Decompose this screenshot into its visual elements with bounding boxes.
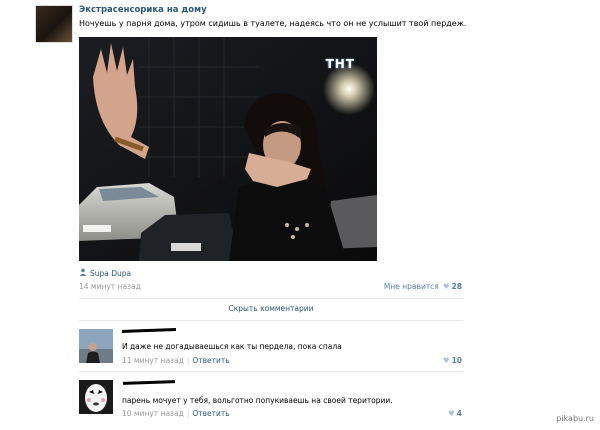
like-label: Мне нравится (383, 282, 439, 291)
divider (79, 320, 463, 321)
comment-like-button[interactable]: ♥ 10 (443, 356, 462, 365)
redacted-commenter-name (122, 380, 176, 385)
comment-like-count: 4 (456, 409, 462, 418)
heart-icon: ♥ (442, 282, 450, 291)
post-timestamp[interactable]: 14 минут назад (79, 282, 141, 291)
comment-meta: 11 минут назад | Ответить (122, 356, 230, 365)
comment-text: парень мочует у тебя, вольготно попукива… (122, 396, 393, 405)
avatar-photo (79, 329, 113, 363)
comment-timestamp[interactable]: 10 минут назад (122, 409, 184, 418)
post-like-count: 28 (451, 282, 462, 291)
divider (79, 298, 463, 299)
separator: | (186, 356, 190, 365)
redacted-commenter-name (121, 328, 177, 333)
heart-icon: ♥ (448, 409, 455, 418)
post-text: Ночуешь у парня дома, утром сидишь в туа… (79, 19, 467, 28)
post-image[interactable]: ТНТ (79, 37, 377, 261)
comment-timestamp[interactable]: 11 минут назад (122, 356, 184, 365)
tv-channel-logo: ТНТ (325, 57, 355, 71)
post-author[interactable]: Supa Dupa (79, 268, 131, 278)
post-author-name[interactable]: Supa Dupa (90, 269, 131, 278)
avatar-face-illustration (79, 380, 113, 414)
heart-icon: ♥ (442, 356, 450, 365)
post-like-button[interactable]: Мне нравится ♥ 28 (384, 282, 462, 291)
reply-link[interactable]: Ответить (192, 356, 229, 365)
user-icon (79, 268, 87, 278)
watermark: pikabu.ru (556, 414, 594, 423)
comment-like-count: 10 (451, 356, 462, 365)
comment-meta: 10 минут назад | Ответить (122, 409, 230, 418)
group-avatar[interactable] (35, 5, 73, 43)
group-name-link[interactable]: Экстрасенсорика на дому (79, 5, 207, 15)
commenter-avatar[interactable] (79, 329, 113, 363)
commenter-avatar[interactable] (79, 380, 113, 414)
reply-link[interactable]: Ответить (192, 409, 229, 418)
comment-text: И даже не догадываешься как ты пердела, … (122, 342, 342, 351)
separator: | (186, 409, 190, 418)
divider (79, 371, 463, 372)
hide-comments-link[interactable]: Скрыть комментарии (79, 304, 463, 313)
comment-like-button[interactable]: ♥ 4 (448, 409, 462, 418)
